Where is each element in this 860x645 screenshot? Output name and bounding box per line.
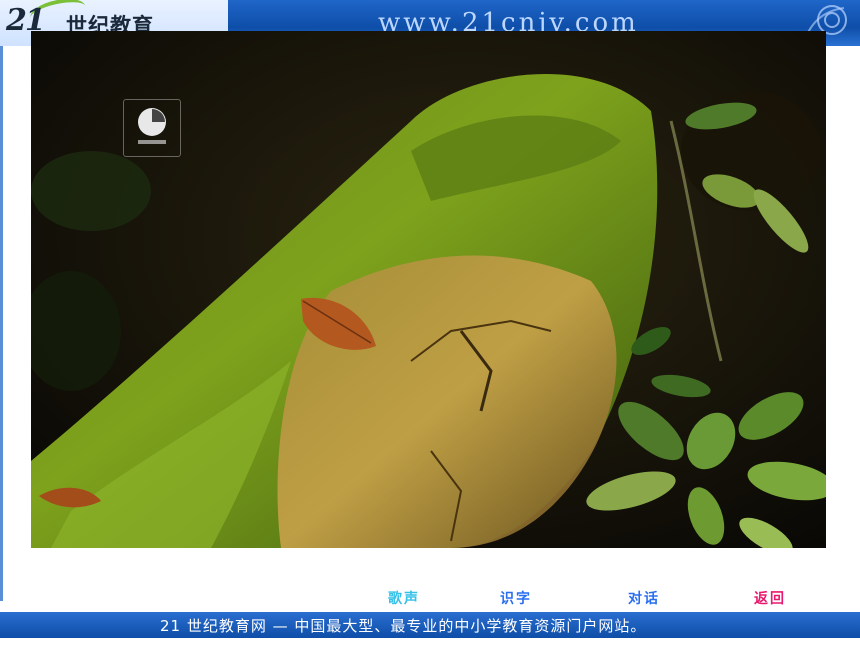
lesson-nav: 歌声 识字 对话 返回: [0, 588, 860, 610]
footer-banner: 21 世纪教育网 — 中国最大型、最专业的中小学教育资源门户网站。: [0, 612, 860, 638]
talk-link[interactable]: 对话: [628, 588, 660, 608]
song-link[interactable]: 歌声: [388, 588, 420, 608]
channel-logo-icon: [123, 99, 181, 157]
left-accent-strip: [0, 46, 3, 601]
back-link[interactable]: 返回: [754, 588, 786, 608]
footer-slogan: 21 世纪教育网 — 中国最大型、最专业的中小学教育资源门户网站。: [160, 617, 647, 635]
footer-edge: [0, 638, 860, 645]
video-frame[interactable]: [31, 31, 826, 548]
read-link[interactable]: 识字: [500, 588, 532, 608]
